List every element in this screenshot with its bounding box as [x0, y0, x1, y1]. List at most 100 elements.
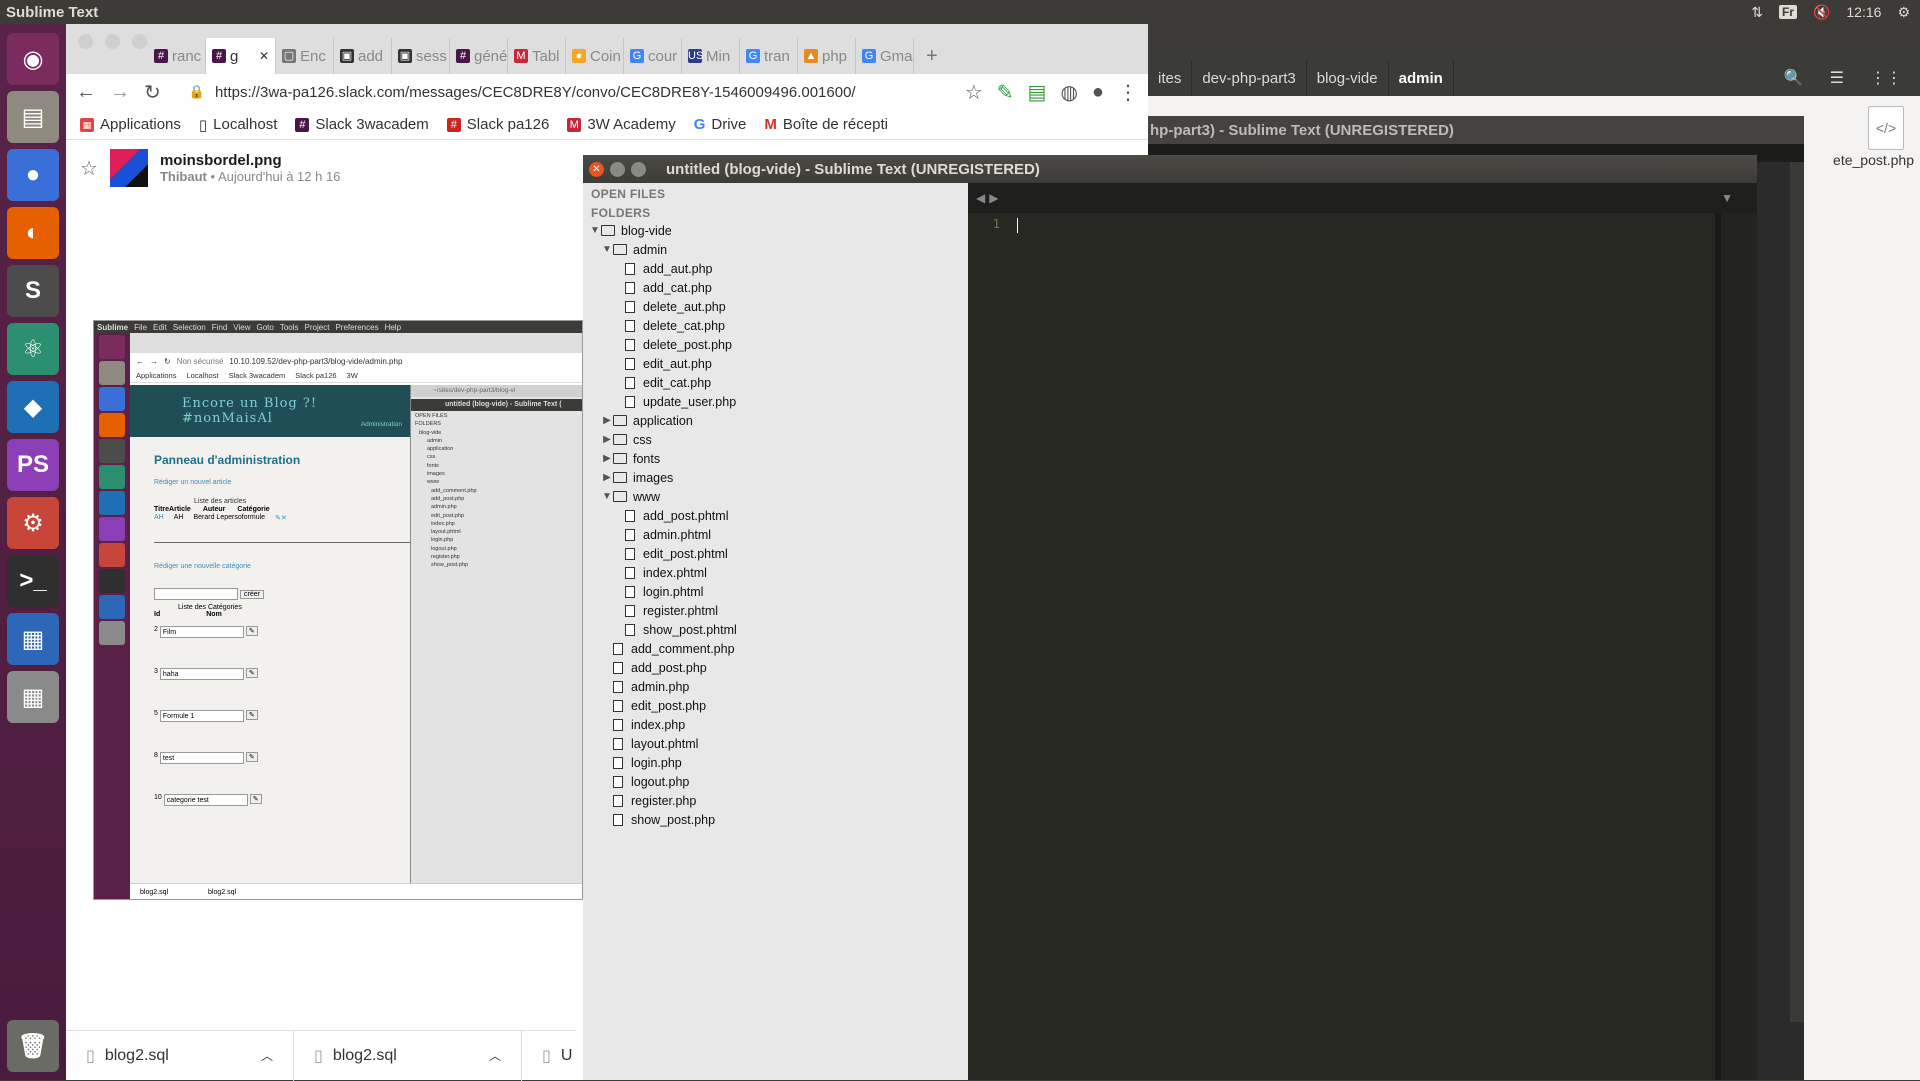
expanded-arrow-icon[interactable]: ▼ [601, 244, 613, 255]
address-bar[interactable]: 🔒 https://3wa-pa126.slack.com/messages/C… [175, 78, 951, 106]
collapsed-arrow-icon[interactable]: ▶ [601, 434, 613, 445]
tree-file[interactable]: layout.phtml [583, 734, 968, 753]
star-icon[interactable]: ☆ [80, 156, 98, 181]
tab-dropdown-icon[interactable]: ▼ [1721, 191, 1733, 205]
keyboard-layout-indicator[interactable]: Fr [1778, 5, 1797, 19]
tree-file[interactable]: logout.php [583, 772, 968, 791]
tab-left-arrow-icon[interactable]: ◀ [976, 191, 985, 205]
breadcrumb-admin[interactable]: admin [1389, 60, 1454, 96]
browser-tab[interactable]: US Min [682, 38, 740, 74]
atom-icon[interactable]: ⚛ [7, 323, 59, 375]
file-author[interactable]: Thibaut [160, 169, 207, 184]
breadcrumb-dev-php-part3[interactable]: dev-php-part3 [1192, 60, 1307, 96]
breadcrumb-sites[interactable]: ites [1148, 60, 1193, 96]
tree-file[interactable]: register.phtml [583, 601, 968, 620]
profile-avatar-icon[interactable]: ● [1092, 81, 1104, 104]
extension-globe-icon[interactable]: ◍ [1060, 80, 1077, 105]
secondary-scrollbar[interactable] [1790, 162, 1804, 1022]
tree-file[interactable]: login.phtml [583, 582, 968, 601]
tree-file[interactable]: register.php [583, 791, 968, 810]
tree-folder[interactable]: ▶ images [583, 468, 968, 487]
forward-arrow-icon[interactable]: → [110, 81, 130, 104]
chevron-up-icon[interactable]: ︿ [261, 1047, 273, 1064]
download-item[interactable]: ▯ blog2.sql ︿ [294, 1030, 522, 1081]
tree-folder[interactable]: ▼ blog-vide [583, 221, 968, 240]
system-menu-gear-icon[interactable]: ⚙ [1897, 4, 1910, 21]
reload-icon[interactable]: ↻ [144, 80, 161, 105]
browser-tab[interactable]: # g ✕ [206, 38, 276, 74]
sublime-icon[interactable]: S [7, 265, 59, 317]
tree-folder[interactable]: ▼ www [583, 487, 968, 506]
browser-tab[interactable]: # géné [450, 38, 508, 74]
expanded-arrow-icon[interactable]: ▼ [589, 225, 601, 236]
terminal-icon[interactable]: >_ [7, 555, 59, 607]
browser-tab[interactable]: ▣ sess [392, 38, 450, 74]
breadcrumb-blog-vide[interactable]: blog-vide [1307, 60, 1389, 96]
tree-file[interactable]: delete_cat.php [583, 316, 968, 335]
browser-tab[interactable]: ▲ php [798, 38, 856, 74]
bookmark-slack-3wacadem[interactable]: # Slack 3wacadem [295, 116, 429, 133]
file-label[interactable]: ete_post.php [1833, 152, 1914, 168]
maximize-window-button[interactable] [631, 161, 646, 177]
minimize-window-button[interactable] [610, 161, 625, 177]
phpstorm-icon[interactable]: PS [7, 439, 59, 491]
tree-file[interactable]: index.php [583, 715, 968, 734]
extension-sheet-icon[interactable]: ▤ [1028, 80, 1047, 105]
bookmark-drive[interactable]: G Drive [694, 116, 747, 133]
extension-icon[interactable]: ✎ [997, 80, 1014, 105]
calc-icon[interactable]: ▦ [7, 671, 59, 723]
close-window-button[interactable]: ✕ [589, 161, 604, 177]
settings-icon[interactable]: ⚙ [7, 497, 59, 549]
tree-file[interactable]: edit_post.php [583, 696, 968, 715]
expanded-arrow-icon[interactable]: ▼ [601, 491, 613, 502]
browser-tab[interactable]: # ranc [148, 38, 206, 74]
search-icon[interactable]: 🔍 [1784, 68, 1804, 88]
tree-file[interactable]: edit_post.phtml [583, 544, 968, 563]
editor-pane[interactable]: ◀ ▶ ▼ 1 [968, 183, 1757, 1080]
tree-file[interactable]: add_cat.php [583, 278, 968, 297]
chrome-menu-icon[interactable]: ⋮ [1118, 80, 1138, 105]
download-item[interactable]: ▯ blog2.sql ︿ [66, 1030, 294, 1081]
folders-header[interactable]: FOLDERS [583, 202, 968, 221]
tree-file[interactable]: show_post.php [583, 810, 968, 829]
trash-icon[interactable]: 🗑 [7, 1020, 59, 1072]
tree-file[interactable]: show_post.phtml [583, 620, 968, 639]
download-item[interactable]: ▯ U [522, 1031, 576, 1081]
volume-muted-icon[interactable]: 🔇 [1813, 4, 1830, 21]
bookmark-localhost[interactable]: ▯ Localhost [199, 116, 277, 134]
embedded-screenshot-image[interactable]: Sublime File Edit Selection Find View Goto Tool… [93, 320, 583, 900]
list-view-icon[interactable]: ☰ [1830, 68, 1844, 88]
bookmark-applications[interactable]: ▦ Applications [80, 116, 181, 133]
clock[interactable]: 12:16 [1846, 4, 1881, 20]
open-files-header[interactable]: OPEN FILES [583, 183, 968, 202]
tree-folder[interactable]: ▶ fonts [583, 449, 968, 468]
bookmark-3w-academy[interactable]: M 3W Academy [567, 116, 676, 133]
grid-view-icon[interactable]: ⋮⋮ [1870, 68, 1902, 88]
file-thumbnail[interactable] [109, 149, 148, 187]
tree-file[interactable]: login.php [583, 753, 968, 772]
tree-folder[interactable]: ▼ admin [583, 240, 968, 259]
browser-tab[interactable]: ● Coin [566, 38, 624, 74]
bookmark-gmail[interactable]: M Boîte de récepti [764, 116, 888, 133]
bookmark-star-icon[interactable]: ☆ [965, 80, 983, 105]
firefox-icon[interactable]: ◐ [7, 207, 59, 259]
vertical-scrollbar[interactable] [1721, 213, 1757, 1080]
tree-file[interactable]: add_aut.php [583, 259, 968, 278]
tree-file[interactable]: admin.php [583, 677, 968, 696]
tree-file[interactable]: update_user.php [583, 392, 968, 411]
sublime-titlebar[interactable]: ✕ untitled (blog-vide) - Sublime Text (U… [583, 155, 1757, 183]
browser-tab[interactable]: M Tabl [508, 38, 566, 74]
tree-file[interactable]: edit_aut.php [583, 354, 968, 373]
minimize-window-button[interactable] [105, 34, 120, 49]
tree-folder[interactable]: ▶ application [583, 411, 968, 430]
tree-file[interactable]: admin.phtml [583, 525, 968, 544]
tree-file[interactable]: add_comment.php [583, 639, 968, 658]
browser-tab[interactable]: ▢ Enc [276, 38, 334, 74]
tree-file[interactable]: delete_post.php [583, 335, 968, 354]
tree-file[interactable]: edit_cat.php [583, 373, 968, 392]
bookmark-slack-pa126[interactable]: # Slack pa126 [446, 116, 549, 133]
collapsed-arrow-icon[interactable]: ▶ [601, 472, 613, 483]
tree-file[interactable]: delete_aut.php [583, 297, 968, 316]
browser-tab[interactable]: G Gma [856, 38, 914, 74]
chevron-up-icon[interactable]: ︿ [489, 1047, 501, 1064]
